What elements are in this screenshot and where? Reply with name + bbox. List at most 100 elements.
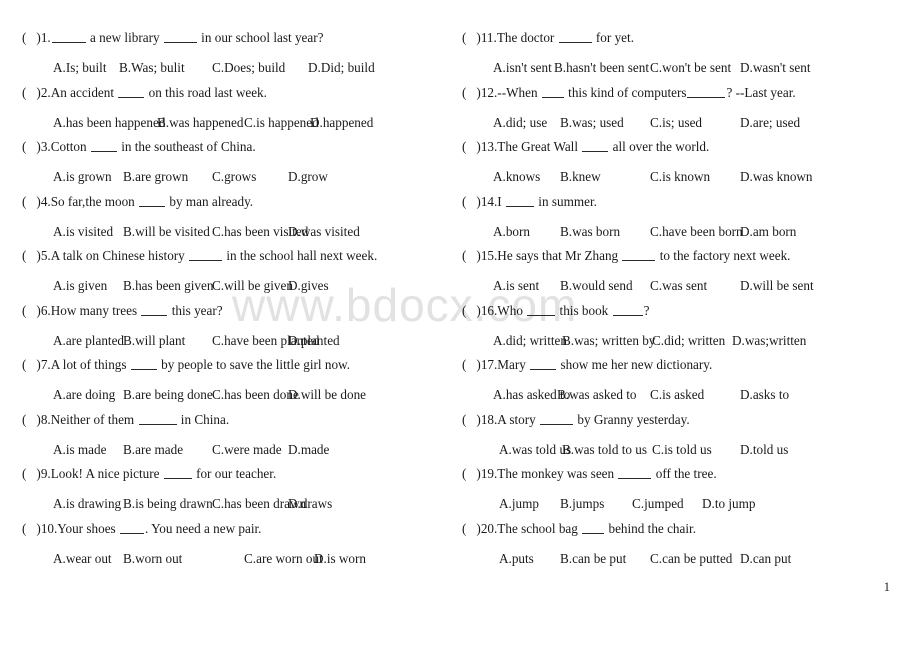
answer-option[interactable]: B.was told to us	[562, 442, 647, 458]
answer-option[interactable]: B.is being drawn	[123, 496, 213, 512]
fill-in-blank[interactable]	[530, 358, 557, 370]
answer-option[interactable]: B.was; used	[560, 115, 624, 131]
answer-option[interactable]: C.will be given	[212, 278, 293, 294]
fill-in-blank[interactable]	[618, 467, 652, 479]
answer-bracket[interactable]: (	[462, 30, 466, 45]
answer-option[interactable]: D.is worn	[314, 551, 366, 567]
fill-in-blank[interactable]	[582, 140, 609, 152]
answer-option[interactable]: A.born	[493, 224, 530, 240]
answer-option[interactable]: A.are doing	[53, 387, 115, 403]
fill-in-blank[interactable]	[582, 522, 605, 534]
answer-bracket[interactable]: (	[462, 85, 466, 100]
answer-bracket[interactable]: (	[462, 139, 466, 154]
answer-option[interactable]: A.wear out	[53, 551, 112, 567]
answer-option[interactable]: A.has been happened	[53, 115, 165, 131]
answer-option[interactable]: B.was asked to	[557, 387, 636, 403]
answer-option[interactable]: C.is; used	[650, 115, 702, 131]
answer-option[interactable]: C.is told us	[652, 442, 712, 458]
answer-option[interactable]: C.grows	[212, 169, 256, 185]
answer-option[interactable]: B.would send	[560, 278, 633, 294]
answer-option[interactable]: D.will be done	[288, 387, 366, 403]
answer-option[interactable]: B.will be visited	[123, 224, 210, 240]
answer-option[interactable]: D.draws	[288, 496, 332, 512]
answer-option[interactable]: D.am born	[740, 224, 796, 240]
answer-bracket[interactable]: (	[462, 248, 466, 263]
answer-option[interactable]: C.is happened	[244, 115, 319, 131]
answer-option[interactable]: A.is visited	[53, 224, 113, 240]
fill-in-blank[interactable]	[540, 413, 574, 425]
answer-option[interactable]: D.planted	[288, 333, 340, 349]
fill-in-blank[interactable]	[527, 304, 556, 316]
answer-option[interactable]: A.is grown	[53, 169, 112, 185]
fill-in-blank[interactable]	[130, 358, 157, 370]
answer-option[interactable]: B.knew	[560, 169, 601, 185]
answer-option[interactable]: D.grow	[288, 169, 328, 185]
answer-option[interactable]: D.was known	[740, 169, 813, 185]
answer-bracket[interactable]: (	[22, 194, 26, 209]
fill-in-blank[interactable]	[541, 86, 564, 98]
answer-bracket[interactable]: (	[462, 194, 466, 209]
fill-in-blank[interactable]	[612, 304, 643, 316]
answer-option[interactable]: D.to jump	[702, 496, 755, 512]
answer-option[interactable]: C.won't be sent	[650, 60, 731, 76]
answer-option[interactable]: C.were made	[212, 442, 282, 458]
answer-bracket[interactable]: (	[22, 248, 26, 263]
fill-in-blank[interactable]	[163, 31, 197, 43]
answer-option[interactable]: D.wasn't sent	[740, 60, 811, 76]
answer-bracket[interactable]: (	[22, 412, 26, 427]
answer-bracket[interactable]: (	[22, 357, 26, 372]
fill-in-blank[interactable]	[558, 31, 592, 43]
fill-in-blank[interactable]	[163, 467, 192, 479]
answer-option[interactable]: B.are grown	[123, 169, 188, 185]
answer-option[interactable]: C.is known	[650, 169, 710, 185]
answer-option[interactable]: D.made	[288, 442, 329, 458]
fill-in-blank[interactable]	[141, 304, 168, 316]
answer-option[interactable]: B.will plant	[123, 333, 185, 349]
answer-option[interactable]: D.was;written	[732, 333, 806, 349]
answer-bracket[interactable]: (	[22, 85, 26, 100]
answer-bracket[interactable]: (	[22, 139, 26, 154]
answer-option[interactable]: C.are worn out	[244, 551, 323, 567]
answer-option[interactable]: A.knows	[493, 169, 540, 185]
answer-option[interactable]: B.can be put	[560, 551, 626, 567]
answer-option[interactable]: A.is made	[53, 442, 106, 458]
answer-bracket[interactable]: (	[462, 412, 466, 427]
answer-option[interactable]: B.Was; bulit	[119, 60, 185, 76]
answer-option[interactable]: A.was told us	[499, 442, 571, 458]
answer-option[interactable]: D.told us	[740, 442, 788, 458]
answer-option[interactable]: A.jump	[499, 496, 539, 512]
fill-in-blank[interactable]	[687, 86, 726, 98]
answer-option[interactable]: C.jumped	[632, 496, 684, 512]
answer-bracket[interactable]: (	[22, 466, 26, 481]
fill-in-blank[interactable]	[139, 195, 166, 207]
answer-bracket[interactable]: (	[22, 303, 26, 318]
answer-option[interactable]: B.hasn't been sent	[554, 60, 649, 76]
answer-option[interactable]: A.is drawing	[53, 496, 121, 512]
fill-in-blank[interactable]	[51, 31, 86, 43]
fill-in-blank[interactable]	[118, 86, 145, 98]
answer-option[interactable]: A.did; use	[493, 115, 547, 131]
answer-option[interactable]: C.did; written	[652, 333, 725, 349]
answer-option[interactable]: D.was visited	[288, 224, 360, 240]
answer-option[interactable]: B.are being done	[123, 387, 213, 403]
answer-option[interactable]: C.is asked	[650, 387, 704, 403]
answer-option[interactable]: B.was happened	[157, 115, 243, 131]
answer-option[interactable]: B.was born	[560, 224, 620, 240]
answer-option[interactable]: C.have been born	[650, 224, 743, 240]
answer-option[interactable]: D.happened	[310, 115, 373, 131]
fill-in-blank[interactable]	[119, 522, 144, 534]
answer-bracket[interactable]: (	[462, 466, 466, 481]
answer-option[interactable]: C.Does; build	[212, 60, 285, 76]
answer-option[interactable]: D.gives	[288, 278, 329, 294]
answer-option[interactable]: A.is given	[53, 278, 107, 294]
fill-in-blank[interactable]	[90, 140, 117, 152]
answer-option[interactable]: C.can be putted	[650, 551, 732, 567]
answer-option[interactable]: C.has been done	[212, 387, 299, 403]
fill-in-blank[interactable]	[506, 195, 534, 207]
answer-option[interactable]: B.has been given	[123, 278, 213, 294]
fill-in-blank[interactable]	[622, 249, 656, 261]
answer-bracket[interactable]: (	[462, 521, 466, 536]
answer-bracket[interactable]: (	[462, 357, 466, 372]
answer-bracket[interactable]: (	[462, 303, 466, 318]
fill-in-blank[interactable]	[138, 413, 177, 425]
